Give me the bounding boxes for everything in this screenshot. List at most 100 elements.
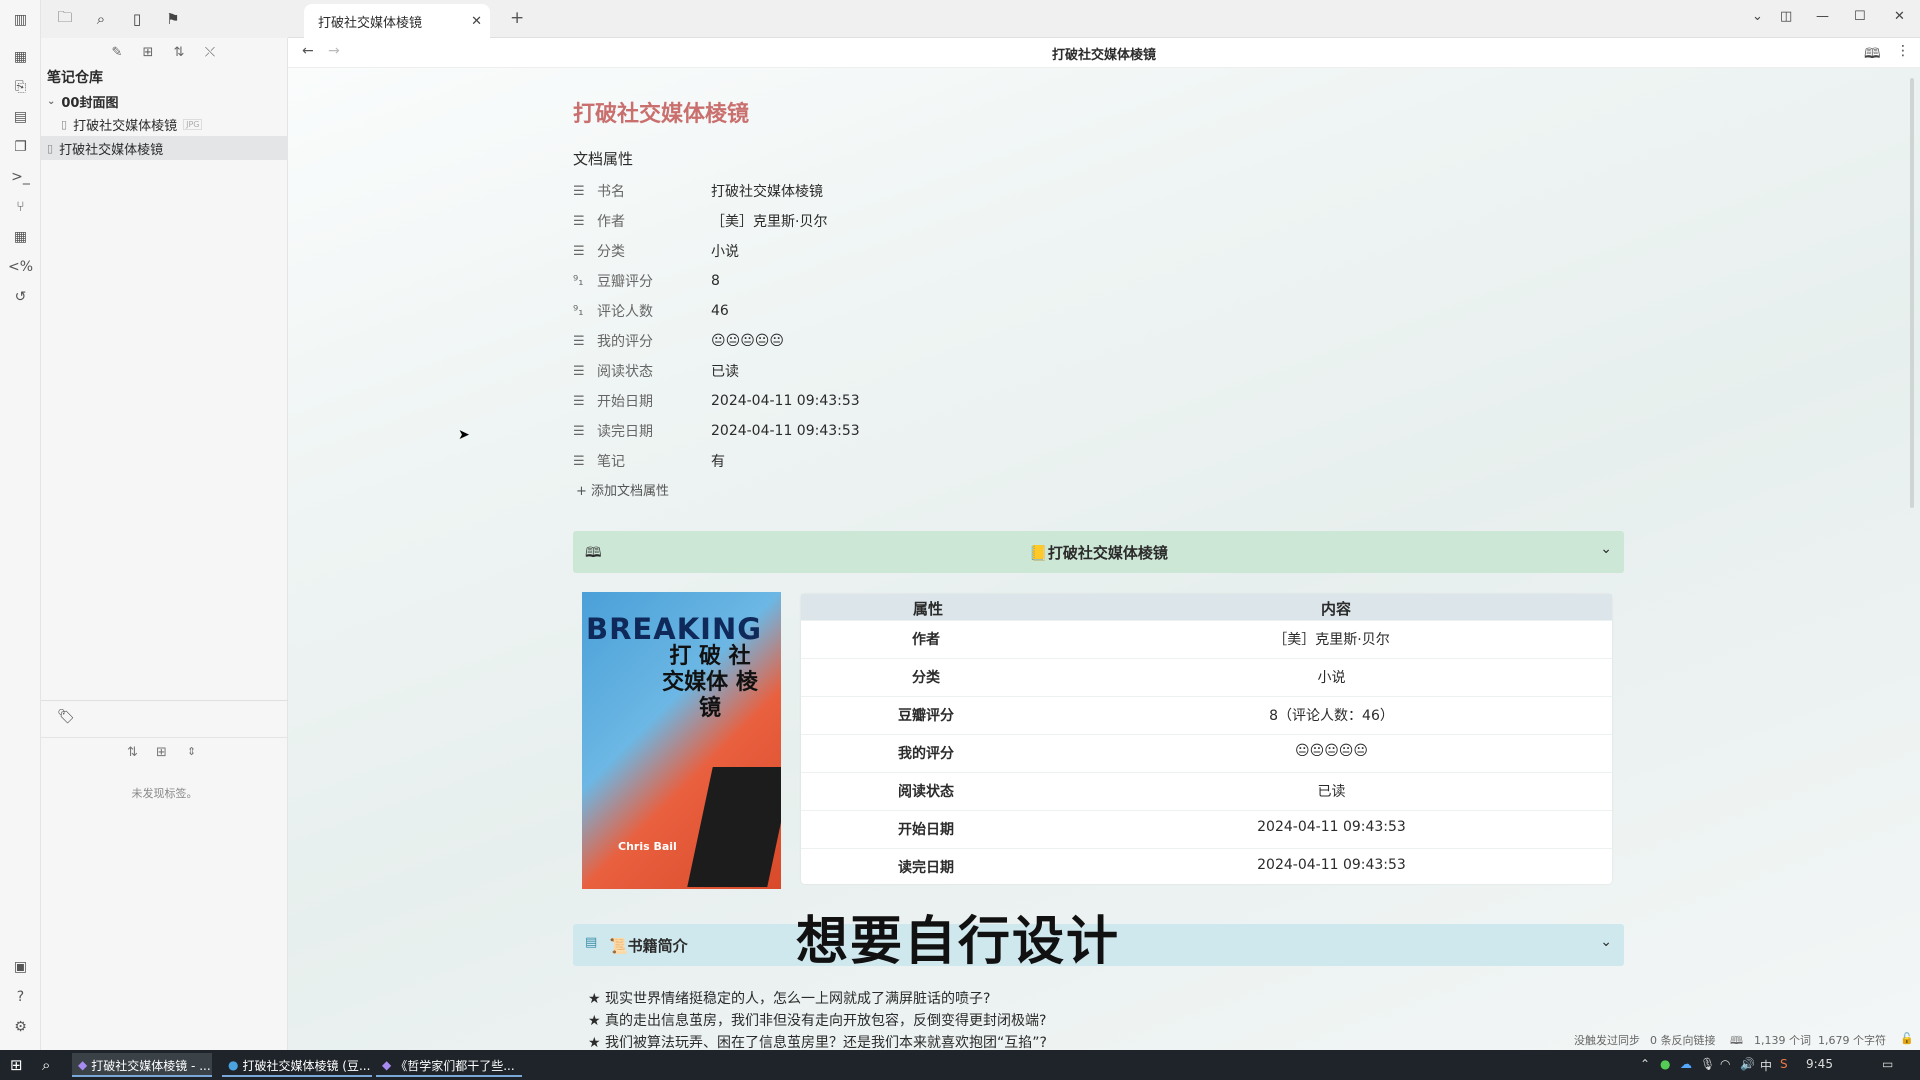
property-key[interactable]: 阅读状态 — [597, 361, 711, 381]
taskbar-app[interactable]: ◆ 打破社交媒体棱镜 - ... — [72, 1053, 212, 1077]
bookmark-icon[interactable]: ⚑ — [163, 9, 183, 29]
notification-icon[interactable]: ▭ — [1882, 1057, 1893, 1071]
add-property-button[interactable]: + 添加文档属性 — [576, 480, 669, 499]
folder-icon[interactable]: 🗀 — [55, 8, 75, 29]
table-icon[interactable]: ▦ — [10, 226, 31, 247]
ime-indicator[interactable]: 中 — [1760, 1057, 1772, 1074]
taskbar-app[interactable]: ● 打破社交媒体棱镜 (豆... — [222, 1053, 372, 1077]
view-title[interactable]: 打破社交媒体棱镜 — [288, 44, 1920, 63]
input-method-icon[interactable]: S — [1780, 1057, 1788, 1071]
volume-icon[interactable]: 🔊 — [1740, 1057, 1755, 1071]
property-value[interactable]: 有 — [711, 451, 725, 471]
property-key[interactable]: 评论人数 — [597, 301, 711, 321]
property-row[interactable]: ☰ 读完日期 2024-04-11 09:43:53 — [573, 416, 1073, 446]
calendar-icon[interactable]: ▤ — [10, 106, 31, 127]
search-icon[interactable]: ⌕ — [42, 1056, 50, 1074]
help-icon[interactable]: ? — [10, 986, 31, 1007]
sidebar-toggle-icon[interactable]: ▥ — [10, 9, 31, 30]
property-row[interactable]: ☰ 作者 ［美］克里斯·贝尔 — [573, 206, 1073, 236]
wechat-icon[interactable]: ● — [1660, 1057, 1670, 1071]
chevron-down-icon[interactable]: ⌄ — [1600, 541, 1612, 557]
split-view-icon[interactable]: ◫ — [1780, 9, 1792, 24]
tree-folder[interactable]: ⌄ 00封面图 — [47, 89, 118, 113]
tag-tree-icon[interactable]: ⊞ — [156, 745, 167, 760]
tree-file-note[interactable]: ▯ 打破社交媒体棱镜 — [41, 136, 288, 160]
more-options-icon[interactable]: ⋮ — [1896, 43, 1910, 59]
vault-name[interactable]: 笔记仓库 — [47, 67, 103, 87]
property-row[interactable]: ⁹₁ 豆瓣评分 8 — [573, 266, 1073, 296]
tray-expand-icon[interactable]: ⌃ — [1640, 1057, 1650, 1071]
search-icon[interactable]: ⌕ — [91, 9, 111, 29]
property-key[interactable]: 书名 — [597, 181, 711, 201]
summary-bullet[interactable]: ★ 现实世界情绪挺稳定的人，怎么一上网就成了满屏脏话的喷子? — [588, 988, 990, 1008]
scrollbar[interactable] — [1910, 78, 1914, 508]
tag-expand-icon[interactable]: ⇕ — [187, 745, 196, 758]
clock[interactable]: 9:45 — [1806, 1057, 1833, 1071]
terminal-icon[interactable]: >_ — [10, 166, 31, 187]
property-value[interactable]: ［美］克里斯·贝尔 — [711, 211, 827, 231]
chevron-down-icon[interactable]: ⌄ — [1600, 934, 1612, 950]
dashboard-icon[interactable]: ▦ — [10, 46, 31, 67]
file-import-icon[interactable]: ⎘ — [10, 76, 31, 97]
microphone-icon[interactable]: 🎙 — [1700, 1057, 1715, 1071]
reading-mode-icon[interactable]: 🕮 — [1864, 43, 1881, 67]
lock-icon[interactable]: 🔓 — [1900, 1032, 1914, 1045]
property-row[interactable]: ☰ 我的评分 😐😐😐😐😐 — [573, 326, 1073, 356]
property-value[interactable]: 😐😐😐😐😐 — [711, 333, 784, 349]
property-value[interactable]: 已读 — [711, 361, 739, 381]
help-doc-icon[interactable]: ▣ — [10, 956, 31, 977]
property-value[interactable]: 2024-04-11 09:43:53 — [711, 393, 860, 409]
tag-icon[interactable]: 🏷 — [57, 709, 75, 725]
summary-bullet[interactable]: ★ 真的走出信息茧房，我们非但没有走向开放包容，反倒变得更封闭极端? — [588, 1010, 1046, 1030]
property-value[interactable]: 小说 — [711, 241, 739, 261]
sort-icon[interactable]: ⇅ — [169, 42, 189, 62]
taskbar-app[interactable]: ◆ 《哲学家们都干了些... — [376, 1053, 522, 1077]
property-key[interactable]: 分类 — [597, 241, 711, 261]
backlinks-count[interactable]: 0 条反向链接 — [1650, 1032, 1716, 1048]
property-row[interactable]: ☰ 笔记有 — [573, 446, 1073, 476]
property-row[interactable]: ☰ 书名 打破社交媒体棱镜 — [573, 176, 1073, 206]
property-value[interactable]: 打破社交媒体棱镜 — [711, 181, 823, 201]
property-key[interactable]: 豆瓣评分 — [597, 271, 711, 291]
wifi-icon[interactable]: ◠ — [1720, 1057, 1730, 1071]
property-value[interactable]: 8 — [711, 273, 720, 289]
history-icon[interactable]: ↺ — [10, 286, 31, 307]
property-row[interactable]: ☰ 阅读状态 已读 — [573, 356, 1073, 386]
maximize-icon[interactable]: ☐ — [1854, 9, 1866, 24]
property-key[interactable]: 开始日期 — [597, 391, 711, 411]
new-note-icon[interactable]: ✎ — [107, 42, 127, 62]
property-row[interactable]: ☰ 开始日期 2024-04-11 09:43:53 — [573, 386, 1073, 416]
property-value[interactable]: 2024-04-11 09:43:53 — [711, 423, 860, 439]
tab-list-icon[interactable]: ⌄ — [1752, 9, 1763, 24]
close-icon[interactable]: ✕ — [471, 14, 482, 29]
tree-file-image[interactable]: ▯ 打破社交媒体棱镜 JPG — [61, 112, 203, 136]
onedrive-icon[interactable]: ☁ — [1680, 1057, 1692, 1071]
sync-status[interactable]: 没触发过同步 — [1574, 1032, 1640, 1048]
tags-panel: 🏷 ⇅ ⊞ ⇕ 未发现标签。 — [41, 700, 288, 1050]
tag-sort-icon[interactable]: ⇅ — [127, 745, 138, 760]
text-property-icon: ☰ — [573, 393, 585, 409]
windows-start-icon[interactable]: ⊞ — [10, 1056, 23, 1074]
code-icon[interactable]: <% — [8, 256, 33, 277]
copy-icon[interactable]: ❐ — [10, 136, 31, 157]
property-key[interactable]: 读完日期 — [597, 421, 711, 441]
book-info-callout[interactable]: 🕮 📒打破社交媒体棱镜 ⌄ — [573, 531, 1624, 573]
property-value[interactable]: 46 — [711, 303, 729, 319]
graph-icon[interactable]: ⑂ — [10, 196, 31, 217]
reading-mode-status-icon[interactable]: 🕮 — [1730, 1032, 1743, 1051]
window-close-icon[interactable]: ✕ — [1894, 9, 1905, 24]
property-row[interactable]: ⁹₁ 评论人数 46 — [573, 296, 1073, 326]
new-folder-icon[interactable]: ⊞ — [138, 42, 158, 62]
collapse-all-icon[interactable]: ⤬ — [200, 42, 220, 62]
property-row[interactable]: ☰ 分类 小说 — [573, 236, 1073, 266]
settings-icon[interactable]: ⚙ — [10, 1016, 31, 1037]
property-key[interactable]: 作者 — [597, 211, 711, 231]
property-key[interactable]: 我的评分 — [597, 331, 711, 351]
minimize-icon[interactable]: — — [1816, 9, 1829, 24]
file-icon[interactable]: ▯ — [127, 9, 147, 29]
property-key[interactable]: 笔记 — [597, 451, 711, 471]
tab-active[interactable]: 打破社交媒体棱镜 ✕ — [304, 4, 490, 38]
note-title[interactable]: 打破社交媒体棱镜 — [573, 96, 749, 128]
properties-heading[interactable]: 文档属性 — [573, 148, 633, 169]
new-tab-icon[interactable]: + — [510, 8, 524, 28]
